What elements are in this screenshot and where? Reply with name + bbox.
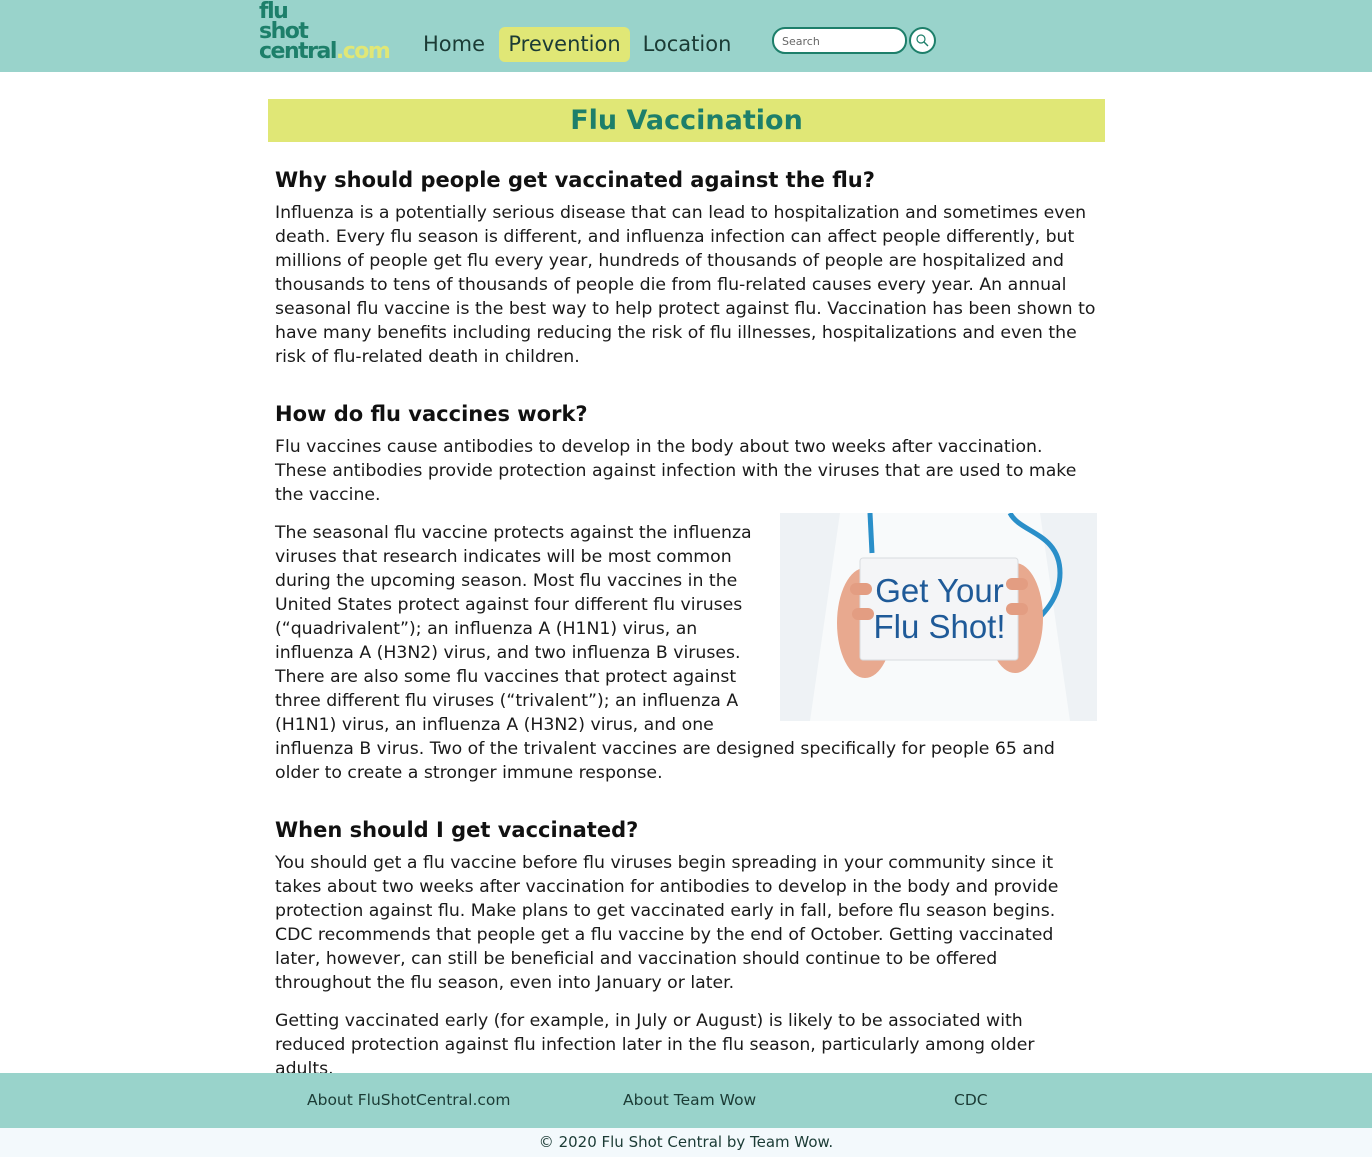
footer-link-cdc[interactable]: CDC [954, 1091, 988, 1109]
nav-home[interactable]: Home [418, 27, 490, 62]
nav-prevention[interactable]: Prevention [499, 27, 630, 62]
footer-link-about-team[interactable]: About Team Wow [623, 1091, 756, 1109]
site-header: flu shot central.com Home Prevention Loc… [0, 0, 1372, 72]
search-input[interactable] [782, 32, 898, 50]
section-paragraph: You should get a flu vaccine before flu … [275, 853, 1059, 993]
logo-dotcom: .com [335, 39, 391, 64]
search-icon [916, 34, 929, 47]
section-paragraph: Flu vaccines cause antibodies to develop… [275, 437, 1077, 505]
section-paragraph: Getting vaccinated early (for example, i… [275, 1011, 1035, 1079]
site-logo[interactable]: flu shot central.com [259, 1, 399, 64]
nav-location[interactable]: Location [640, 27, 734, 62]
section-paragraph: Influenza is a potentially serious disea… [275, 203, 1096, 367]
footer-link-about-site[interactable]: About FluShotCentral.com [307, 1091, 511, 1109]
logo-line-central: central.com [259, 39, 399, 64]
site-footer: About FluShotCentral.com About Team Wow … [0, 1073, 1372, 1128]
flu-shot-image: Get Your Flu Shot! [780, 513, 1097, 721]
section-heading-when: When should I get vaccinated? [275, 818, 639, 842]
search-button[interactable] [909, 27, 936, 54]
copyright-bar: © 2020 Flu Shot Central by Team Wow. [0, 1128, 1372, 1157]
page-title-bar: Flu Vaccination [268, 99, 1105, 142]
section-heading-how: How do flu vaccines work? [275, 402, 588, 426]
section-heading-why: Why should people get vaccinated against… [275, 168, 875, 192]
search-box [772, 27, 907, 54]
section-paragraph-with-image: Get Your Flu Shot! The seasonal flu vacc… [275, 513, 1097, 785]
copyright-text: © 2020 Flu Shot Central by Team Wow. [538, 1133, 834, 1151]
page-title: Flu Vaccination [570, 105, 803, 136]
logo-central: central [259, 39, 337, 64]
image-card-text: Get Your Flu Shot! [873, 572, 1006, 645]
